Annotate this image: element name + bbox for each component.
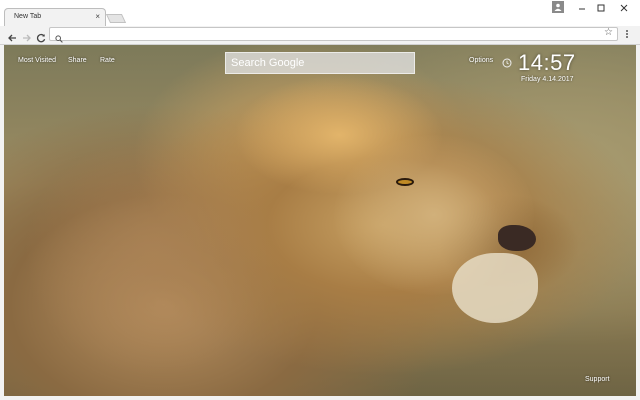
close-icon[interactable]	[614, 2, 634, 14]
lion-wallpaper: Most Visited Share Rate Options 14:57 Fr…	[4, 45, 636, 396]
clock-date: Friday 4.14.2017	[521, 76, 574, 83]
share-link[interactable]: Share	[68, 57, 87, 64]
menu-icon[interactable]	[624, 29, 630, 41]
clock-time: 14:57	[518, 50, 576, 75]
lion-eye	[396, 178, 414, 186]
support-link[interactable]: Support	[585, 376, 610, 383]
browser-toolbar: ☆	[0, 26, 640, 45]
user-icon[interactable]	[552, 1, 564, 13]
star-icon[interactable]: ☆	[604, 27, 613, 38]
back-arrow-icon[interactable]	[7, 30, 18, 42]
clock-settings-icon[interactable]	[502, 55, 512, 68]
most-visited-link[interactable]: Most Visited	[18, 57, 56, 64]
tab-new-tab[interactable]: New Tab ×	[4, 8, 106, 26]
tab-close-icon[interactable]: ×	[95, 12, 100, 21]
browser-window: New Tab × ☆ Most Visited Share Rate Sear…	[0, 0, 640, 400]
forward-arrow-icon[interactable]	[22, 30, 33, 42]
reload-icon[interactable]	[36, 30, 47, 43]
mane-shadow	[24, 135, 284, 375]
address-bar[interactable]: ☆	[49, 27, 618, 43]
lion-nose	[498, 225, 536, 251]
minimize-icon[interactable]	[572, 2, 592, 14]
search-input[interactable]	[225, 52, 415, 74]
maximize-icon[interactable]	[591, 2, 611, 14]
tab-title: New Tab	[14, 13, 42, 20]
tab-strip: New Tab ×	[0, 0, 640, 26]
new-tab-button[interactable]	[105, 14, 127, 23]
rate-link[interactable]: Rate	[100, 57, 115, 64]
options-link[interactable]: Options	[469, 57, 493, 64]
lion-muzzle	[452, 253, 538, 323]
